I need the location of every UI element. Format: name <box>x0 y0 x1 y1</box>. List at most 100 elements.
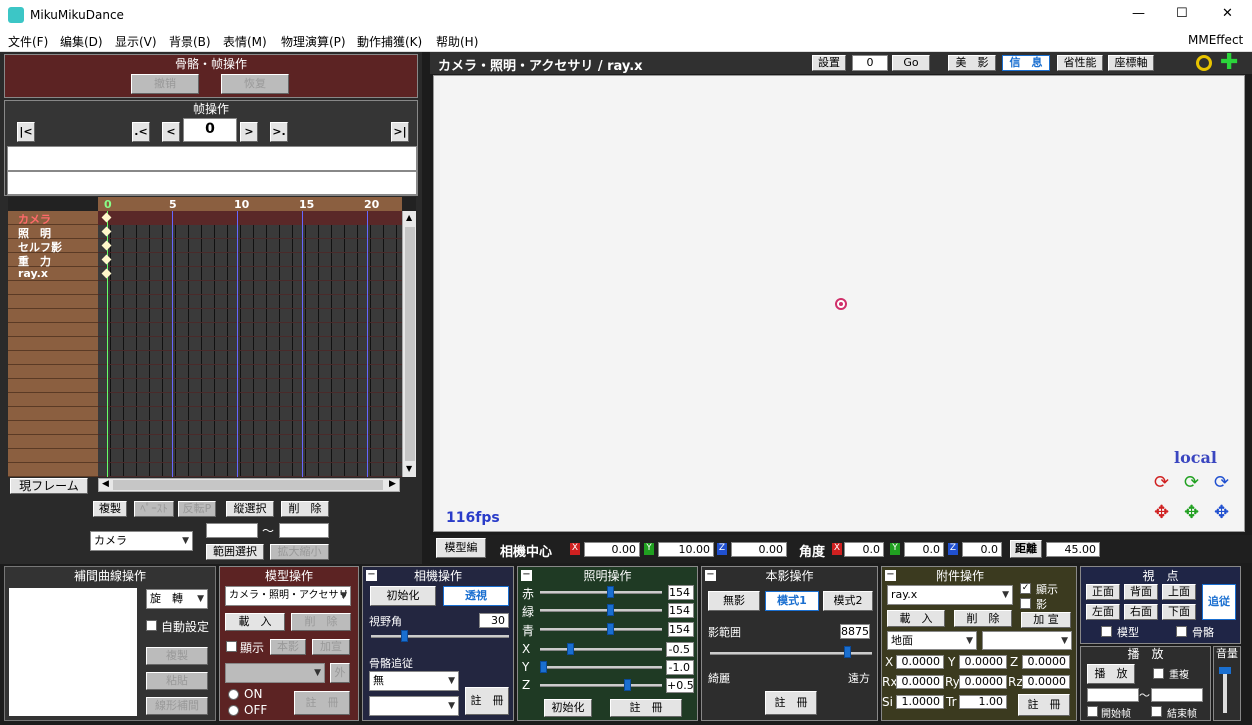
close-button[interactable]: ✕ <box>1222 6 1233 21</box>
shadow-register-button[interactable]: 註 冊 <box>765 691 817 715</box>
light-z-input[interactable]: +0.5 <box>666 678 694 693</box>
shadow-range-thumb[interactable] <box>844 646 851 658</box>
interpolation-curve-canvas[interactable] <box>9 588 137 716</box>
red-slider-thumb[interactable] <box>607 586 614 598</box>
model-on-radio[interactable] <box>228 689 239 700</box>
accessory-show-checkbox[interactable]: ✓ <box>1020 583 1031 594</box>
model-add-button[interactable]: 加宣 <box>312 639 350 655</box>
model-external-button[interactable]: 外 <box>330 663 350 683</box>
accessory-register-button[interactable]: 註 冊 <box>1018 694 1070 716</box>
red-slider[interactable] <box>540 591 662 594</box>
timeline[interactable]: 0 5 10 15 20 カメラ 照 明 セルフ影 重 力 ray.x ▲ ▼ <box>8 197 416 477</box>
menu-help[interactable]: 帮助(H) <box>436 33 478 50</box>
interp-copy-button[interactable]: 複製 <box>146 647 208 665</box>
setup-frame-input[interactable]: 0 <box>852 55 888 71</box>
timeline-vscrollbar[interactable]: ▲ ▼ <box>402 211 416 477</box>
distance-input[interactable]: 45.00 <box>1046 542 1100 557</box>
acc-tr-input[interactable]: 1.00 <box>959 695 1007 709</box>
center-z-input[interactable]: 0.00 <box>731 542 787 557</box>
shadow-range-input[interactable]: 8875 <box>840 624 870 639</box>
no-shadow-button[interactable]: 無影 <box>708 591 760 611</box>
interpolation-select[interactable]: 旋 轉 ▼ <box>146 589 208 609</box>
viewport-canvas[interactable]: 116fps local ⟳ ⟳ ⟳ ✥ ✥ ✥ <box>433 75 1245 532</box>
accessory-load-button[interactable]: 載 入 <box>887 610 945 627</box>
light-z-slider[interactable] <box>540 684 662 687</box>
light-x-input[interactable]: -0.5 <box>666 642 694 657</box>
acc-rz-input[interactable]: 0.0000 <box>1022 675 1070 689</box>
angle-y-input[interactable]: 0.0 <box>904 542 944 557</box>
start-frame-checkbox[interactable] <box>1087 706 1098 717</box>
repeat-checkbox[interactable] <box>1153 668 1164 679</box>
acc-y-input[interactable]: 0.0000 <box>959 655 1007 669</box>
redo-button[interactable]: 恢复 <box>221 74 289 94</box>
blue-slider-thumb[interactable] <box>607 623 614 635</box>
model-bone-select[interactable]: ▼ <box>225 663 325 683</box>
play-button[interactable]: 播 放 <box>1087 664 1135 684</box>
auto-setting-checkbox[interactable] <box>146 620 157 631</box>
end-frame-checkbox[interactable] <box>1151 706 1162 717</box>
undo-button[interactable]: 撤销 <box>131 74 199 94</box>
perspective-button[interactable]: 透視 <box>443 586 509 606</box>
go-button[interactable]: Go <box>892 55 930 71</box>
light-x-slider[interactable] <box>540 648 662 651</box>
accessory-bone-select[interactable]: ▼ <box>982 631 1072 650</box>
camera-register-button[interactable]: 註 冊 <box>465 687 509 715</box>
move-y-icon[interactable]: ✥ <box>1184 504 1204 522</box>
prev-frame-button[interactable]: < <box>162 122 180 142</box>
linear-interp-button[interactable]: 線形補間 <box>146 697 208 715</box>
view-follow-button[interactable]: 追従 <box>1202 584 1236 620</box>
accessory-add-button[interactable]: 加 宣 <box>1021 612 1071 628</box>
minimize-button[interactable]: — <box>1132 6 1145 21</box>
prev-key-button[interactable]: .< <box>132 122 150 142</box>
first-frame-button[interactable]: |< <box>17 122 35 142</box>
menu-edit[interactable]: 编集(D) <box>60 33 103 50</box>
add-plus-icon[interactable]: ✚ <box>1220 52 1238 74</box>
center-x-input[interactable]: 0.00 <box>584 542 640 557</box>
rotate-x-icon[interactable]: ⟳ <box>1154 474 1174 492</box>
acc-si-input[interactable]: 1.0000 <box>896 695 944 709</box>
green-slider-thumb[interactable] <box>607 604 614 616</box>
interp-paste-button[interactable]: 粘貼 <box>146 672 208 690</box>
current-frame-button[interactable]: 現フレーム <box>10 478 88 494</box>
next-key-button[interactable]: >. <box>270 122 288 142</box>
expand-shrink-button[interactable]: 拡大縮小 <box>270 544 329 560</box>
blue-input[interactable]: 154 <box>668 622 694 637</box>
shadow-mode2-button[interactable]: 模式2 <box>823 591 873 611</box>
timeline-hscrollbar[interactable]: ◀ ▶ <box>98 478 400 492</box>
search-zoom-icon[interactable] <box>1196 55 1212 71</box>
center-y-input[interactable]: 10.00 <box>658 542 714 557</box>
view-bottom-button[interactable]: 下面 <box>1162 604 1196 620</box>
menu-view[interactable]: 显示(V) <box>115 33 157 50</box>
light-x-slider-thumb[interactable] <box>567 643 574 655</box>
reverse-paste-button[interactable]: 反転P <box>178 501 216 517</box>
model-select[interactable]: カメラ・照明・アクセサリ ▼ <box>225 586 351 606</box>
view-right-button[interactable]: 右面 <box>1124 604 1158 620</box>
local-mode-label[interactable]: local <box>1174 448 1217 467</box>
menu-motion-capture[interactable]: 動作捕獲(K) <box>357 33 422 50</box>
accessory-parent-select[interactable]: 地面 ▼ <box>887 631 977 650</box>
model-edit-button[interactable]: 模型編 <box>436 538 486 558</box>
model-shadow-button[interactable]: 本影 <box>270 639 306 655</box>
copy-button[interactable]: 複製 <box>93 501 127 517</box>
acc-z-input[interactable]: 0.0000 <box>1022 655 1070 669</box>
menu-file[interactable]: 文件(F) <box>8 33 48 50</box>
maximize-button[interactable]: ☐ <box>1176 6 1188 21</box>
rotate-z-icon[interactable]: ⟳ <box>1214 474 1234 492</box>
play-start-input[interactable] <box>1087 688 1139 702</box>
fov-input[interactable]: 30 <box>479 613 509 628</box>
performance-button[interactable]: 省性能 <box>1057 55 1103 71</box>
paste-button[interactable]: ﾍﾟｰｽﾄ <box>134 501 174 517</box>
light-y-input[interactable]: -1.0 <box>666 660 694 675</box>
model-load-button[interactable]: 載 入 <box>225 613 285 631</box>
fov-slider[interactable] <box>371 635 509 638</box>
volume-slider-thumb[interactable] <box>1219 667 1231 674</box>
acc-ry-input[interactable]: 0.0000 <box>959 675 1007 689</box>
model-delete-button[interactable]: 削 除 <box>291 613 351 631</box>
move-z-icon[interactable]: ✥ <box>1214 504 1234 522</box>
red-input[interactable]: 154 <box>668 585 694 600</box>
light-init-button[interactable]: 初始化 <box>544 699 592 717</box>
light-register-button[interactable]: 註 冊 <box>610 699 682 717</box>
menu-mmeffect[interactable]: MMEffect <box>1188 33 1243 47</box>
menu-expression[interactable]: 表情(M) <box>223 33 267 50</box>
info-button[interactable]: 信 息 <box>1002 55 1050 71</box>
